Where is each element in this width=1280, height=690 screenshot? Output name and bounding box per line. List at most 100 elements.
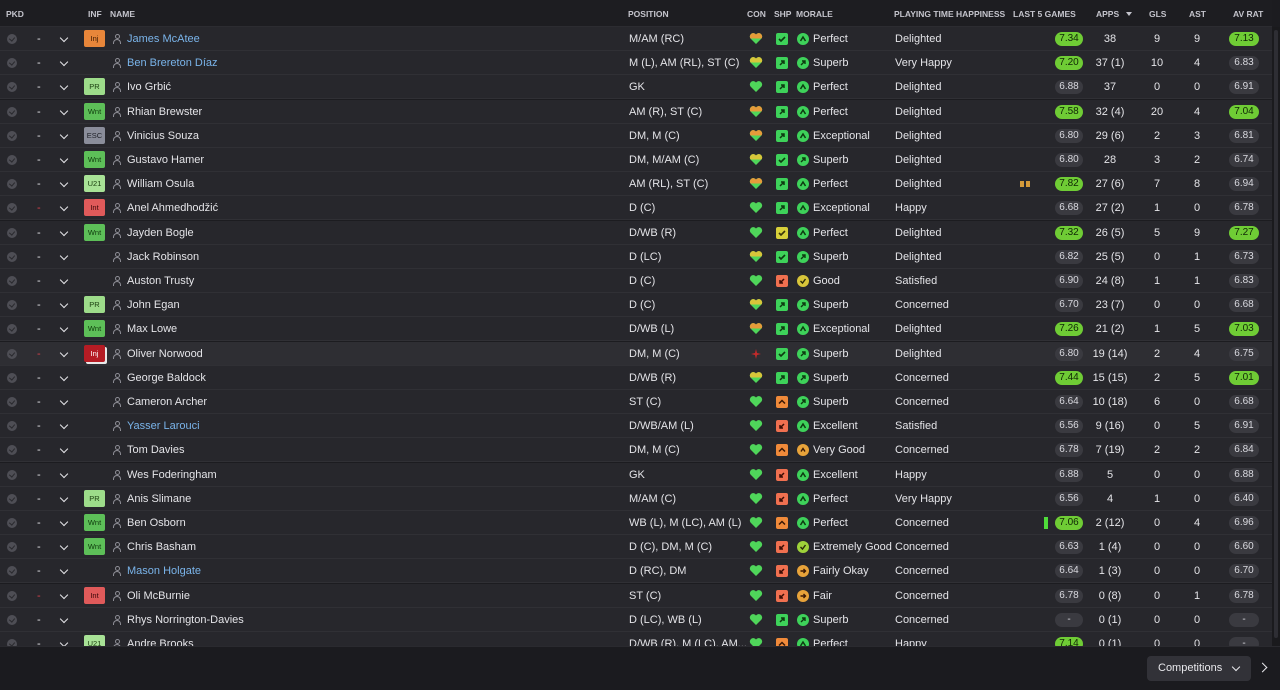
table-row[interactable]: - George Baldock D/WB (R) Superb Concerned 7.…	[0, 365, 1272, 390]
chevron-down-icon[interactable]	[59, 130, 69, 140]
pick-checkbox[interactable]	[7, 179, 17, 190]
player-name[interactable]: James McAtee	[127, 27, 200, 51]
info-badge[interactable]: Int	[84, 586, 105, 604]
pick-checkbox[interactable]	[7, 58, 17, 69]
table-row[interactable]: - Wnt Gustavo Hamer DM, M/AM (C) Superb Delig…	[0, 148, 1272, 172]
scrollbar-thumb[interactable]	[1274, 30, 1278, 638]
table-row[interactable]: - U21 William Osula AM (RL), ST (C) Perfect D…	[0, 172, 1272, 197]
pick-checkbox[interactable]	[7, 227, 17, 238]
player-name[interactable]: Yasser Larouci	[127, 414, 200, 438]
info-badge[interactable]: Int	[84, 199, 105, 217]
info-badge[interactable]: Inj	[84, 344, 105, 362]
table-row[interactable]: - PR Anis Slimane M/AM (C) Perfect Very Happy…	[0, 486, 1272, 511]
info-badge[interactable]: Wnt	[84, 223, 105, 241]
chevron-down-icon[interactable]	[59, 469, 69, 478]
col-last-5-games[interactable]: LAST 5 GAMES	[1013, 0, 1076, 27]
player-name[interactable]: Ivo Grbić	[127, 75, 171, 99]
competitions-dropdown[interactable]: Competitions	[1147, 656, 1251, 681]
table-row[interactable]: - Wnt Ben Osborn WB (L), M (LC), AM (L) Perf…	[0, 511, 1272, 535]
chevron-down-icon[interactable]	[59, 566, 69, 575]
col-morale[interactable]: MORALE	[796, 0, 833, 27]
player-name[interactable]: Oli McBurnie	[127, 584, 190, 608]
player-name[interactable]: Ben Brereton Díaz	[127, 51, 218, 75]
player-name[interactable]: Jayden Bogle	[127, 221, 194, 245]
col-playing-time-happiness[interactable]: PLAYING TIME HAPPINESS	[894, 0, 1005, 27]
player-name[interactable]: William Osula	[127, 172, 194, 196]
pick-checkbox[interactable]	[7, 421, 17, 432]
col-inf[interactable]: INF	[88, 0, 102, 27]
pick-checkbox[interactable]	[7, 130, 17, 141]
info-badge[interactable]: ESC	[84, 126, 105, 144]
player-name[interactable]: Auston Trusty	[127, 269, 194, 293]
player-name[interactable]: John Egan	[127, 293, 180, 317]
pick-checkbox[interactable]	[7, 542, 17, 553]
chevron-down-icon[interactable]	[59, 251, 69, 261]
chevron-down-icon[interactable]	[59, 396, 69, 406]
table-row[interactable]: - PR Ivo Grbić GK Perfect Delighted 6.88 37 0 0 6.…	[0, 75, 1272, 100]
player-name[interactable]: Jack Robinson	[127, 245, 199, 269]
table-row[interactable]: - Jack Robinson D (LC) Superb Delighted 6.82 2…	[0, 244, 1272, 269]
player-name[interactable]: Rhys Norrington-Davies	[127, 608, 244, 632]
chevron-down-icon[interactable]	[59, 299, 69, 309]
table-row[interactable]: - ESC Vinicius Souza DM, M (C) Exceptional De…	[0, 123, 1272, 148]
info-badge[interactable]: U21	[84, 175, 105, 193]
chevron-down-icon[interactable]	[59, 445, 69, 454]
table-row[interactable]: - Tom Davies DM, M (C) Very Good Concerned 6.…	[0, 438, 1272, 463]
pick-checkbox[interactable]	[7, 397, 17, 407]
info-badge[interactable]: PR	[84, 296, 105, 314]
chevron-down-icon[interactable]	[59, 372, 69, 382]
player-name[interactable]: Wes Foderingham	[127, 463, 217, 487]
player-name[interactable]: Oliver Norwood	[127, 342, 203, 366]
pick-checkbox[interactable]	[7, 590, 17, 601]
player-name[interactable]: Tom Davies	[127, 438, 184, 462]
pick-checkbox[interactable]	[7, 493, 17, 504]
player-name[interactable]: Vinicius Souza	[127, 124, 199, 148]
chevron-down-icon[interactable]	[59, 227, 69, 236]
chevron-down-icon[interactable]	[59, 614, 69, 624]
table-row[interactable]: - Inj James McAtee M/AM (RC) Perfect Delighte…	[0, 27, 1272, 51]
chevron-down-icon[interactable]	[59, 541, 69, 551]
table-row[interactable]: - Ben Brereton Díaz M (L), AM (RL), ST (C)…	[0, 51, 1272, 76]
col-con[interactable]: CON	[747, 0, 766, 27]
pick-checkbox[interactable]	[7, 203, 17, 214]
player-name[interactable]: Max Lowe	[127, 317, 177, 341]
table-row[interactable]: - Rhys Norrington-Davies D (LC), WB (L) Sup…	[0, 607, 1272, 632]
info-badge[interactable]: PR	[84, 78, 105, 96]
col-gls[interactable]: GLS	[1149, 0, 1166, 27]
chevron-down-icon[interactable]	[59, 106, 69, 115]
pick-checkbox[interactable]	[7, 348, 17, 359]
pick-checkbox[interactable]	[7, 566, 17, 577]
table-row[interactable]: - Wnt Jayden Bogle D/WB (R) Perfect Delighted…	[0, 220, 1272, 245]
table-row[interactable]: - Yasser Larouci D/WB/AM (L) Excellent Satis…	[0, 414, 1272, 439]
chevron-down-icon[interactable]	[59, 178, 69, 188]
player-name[interactable]: Andre Brooks	[127, 632, 194, 646]
col-pkd[interactable]: PKD	[6, 0, 24, 27]
info-badge[interactable]: Wnt	[84, 538, 105, 556]
player-name[interactable]: Anel Ahmedhodžić	[127, 196, 218, 220]
chevron-down-icon[interactable]	[59, 348, 69, 357]
pick-checkbox[interactable]	[7, 324, 17, 335]
player-name[interactable]: Anis Slimane	[127, 487, 191, 511]
pick-checkbox[interactable]	[7, 34, 17, 44]
player-name[interactable]: Rhian Brewster	[127, 100, 202, 124]
info-badge[interactable]: Wnt	[84, 320, 105, 338]
player-name[interactable]: Cameron Archer	[127, 390, 207, 414]
col-ast[interactable]: AST	[1189, 0, 1206, 27]
chevron-down-icon[interactable]	[59, 517, 69, 527]
info-badge[interactable]: Inj	[84, 30, 105, 47]
chevron-down-icon[interactable]	[59, 33, 69, 43]
table-row[interactable]: - Auston Trusty D (C) Good Satisfied 6.90 24 (…	[0, 269, 1272, 293]
pick-checkbox[interactable]	[7, 614, 17, 625]
player-name[interactable]: George Baldock	[127, 366, 206, 390]
pick-checkbox[interactable]	[7, 445, 17, 456]
col-name[interactable]: NAME	[110, 0, 135, 27]
chevron-down-icon[interactable]	[59, 590, 69, 599]
pick-checkbox[interactable]	[7, 106, 17, 117]
pick-checkbox[interactable]	[7, 639, 17, 646]
table-row[interactable]: - Wes Foderingham GK Excellent Happy 6.88 5 0 0 6…	[0, 462, 1272, 487]
table-row[interactable]: - Int Anel Ahmedhodžić D (C) Exceptional Happ…	[0, 196, 1272, 221]
player-name[interactable]: Ben Osborn	[127, 511, 186, 535]
chevron-down-icon[interactable]	[59, 638, 69, 646]
info-badge[interactable]: Wnt	[84, 102, 105, 120]
chevron-down-icon[interactable]	[59, 275, 69, 285]
